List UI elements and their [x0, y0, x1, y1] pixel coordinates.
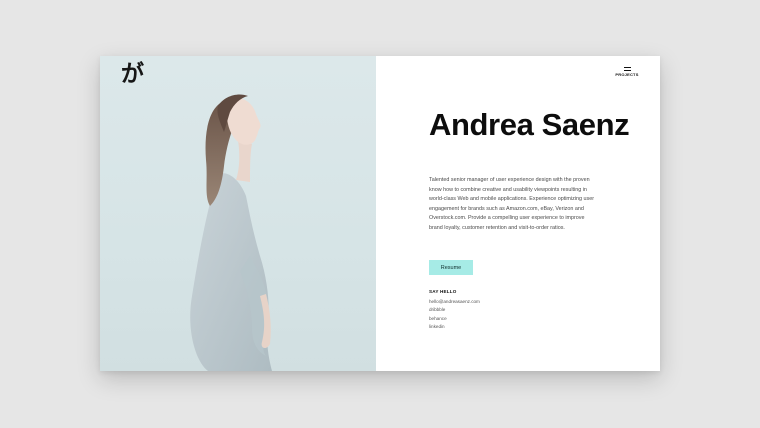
email-link[interactable]: hello@andreasaenz.com — [429, 298, 480, 306]
resume-button[interactable]: Resume — [429, 260, 473, 275]
portfolio-card: が PROJECTS Andrea Saenz Talented senior … — [100, 56, 660, 371]
hero-photo-panel: が — [100, 56, 376, 371]
profile-bio: Talented senior manager of user experien… — [429, 177, 594, 231]
linkedin-link[interactable]: linkedin — [429, 323, 480, 331]
behance-link[interactable]: behance — [429, 315, 480, 323]
hamburger-icon[interactable] — [623, 67, 631, 71]
contact-heading: SAY HELLO — [429, 289, 457, 294]
profile-name: Andrea Saenz — [429, 107, 630, 142]
projects-label[interactable]: PROJECTS — [615, 72, 639, 77]
content-panel: PROJECTS Andrea Saenz Talented senior ma… — [376, 56, 660, 371]
dribbble-link[interactable]: dribbble — [429, 306, 480, 314]
projects-menu-button[interactable]: PROJECTS — [615, 67, 639, 77]
portrait-photo — [190, 94, 272, 371]
logo[interactable]: が — [121, 58, 144, 90]
contact-section: SAY HELLO hello@andreasaenz.com dribbble… — [429, 289, 480, 331]
